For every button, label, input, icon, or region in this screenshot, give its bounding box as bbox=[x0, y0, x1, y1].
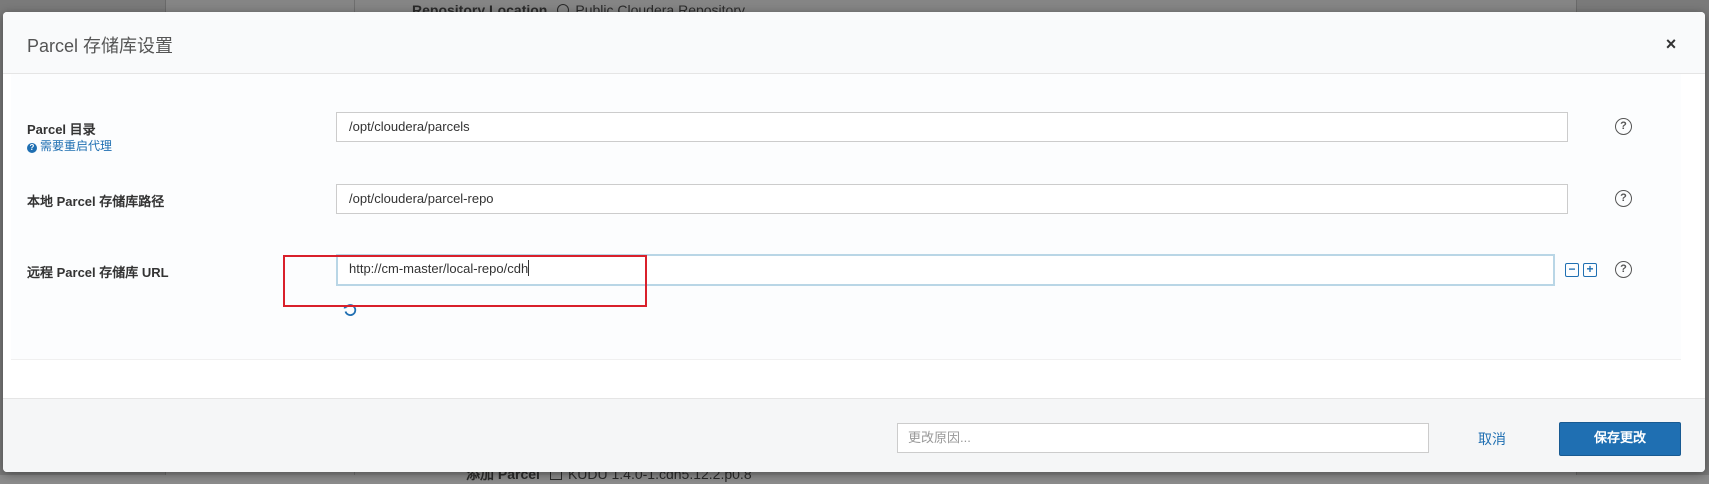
text-caret bbox=[528, 260, 530, 276]
parcel-dir-input[interactable]: /opt/cloudera/parcels bbox=[336, 112, 1568, 142]
change-reason-input[interactable]: 更改原因... bbox=[897, 423, 1429, 453]
remote-repo-url-label: 远程 Parcel 存储库 URL bbox=[27, 265, 169, 280]
cancel-button[interactable]: 取消 bbox=[1478, 429, 1506, 449]
modal-footer: 更改原因... 取消 保存更改 bbox=[3, 398, 1705, 472]
modal-header: Parcel 存储库设置 × bbox=[3, 12, 1705, 74]
parcel-dir-label: Parcel 目录 bbox=[27, 122, 96, 137]
restart-agent-note-text: 需要重启代理 bbox=[40, 139, 113, 153]
minus-square-icon[interactable]: − bbox=[1565, 263, 1579, 277]
info-circle-icon: ? bbox=[27, 143, 37, 153]
save-changes-button[interactable]: 保存更改 bbox=[1559, 422, 1681, 456]
restart-agent-note[interactable]: ? 需要重启代理 bbox=[27, 137, 112, 154]
remote-repo-url-input[interactable]: http://cm-master/local-repo/cdh bbox=[336, 254, 1555, 286]
parcel-repo-settings-modal: Parcel 存储库设置 × Parcel 目录 ? 需要重启代理 /opt/cl… bbox=[3, 12, 1705, 472]
remote-repo-url-value: http://cm-master/local-repo/cdh bbox=[349, 261, 529, 276]
plus-square-icon[interactable]: + bbox=[1583, 263, 1597, 277]
question-circle-icon[interactable]: ? bbox=[1615, 118, 1632, 135]
modal-body: Parcel 目录 ? 需要重启代理 /opt/cloudera/parcels … bbox=[3, 74, 1705, 398]
question-circle-icon[interactable]: ? bbox=[1615, 261, 1632, 278]
local-repo-path-label: 本地 Parcel 存储库路径 bbox=[27, 194, 165, 209]
local-repo-path-input[interactable]: /opt/cloudera/parcel-repo bbox=[336, 184, 1568, 214]
close-icon[interactable]: × bbox=[1663, 35, 1679, 53]
undo-icon[interactable] bbox=[343, 303, 357, 317]
modal-title: Parcel 存储库设置 bbox=[27, 36, 174, 56]
question-circle-icon[interactable]: ? bbox=[1615, 190, 1632, 207]
